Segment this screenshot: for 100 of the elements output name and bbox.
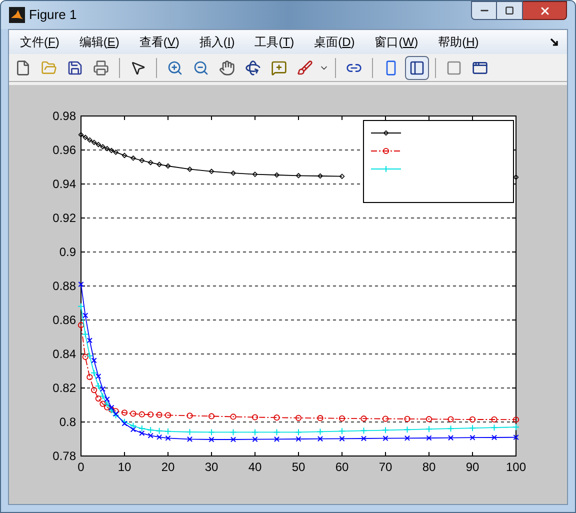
data-point bbox=[130, 155, 136, 161]
menu-item[interactable]: 编辑(E) bbox=[72, 33, 126, 51]
data-point bbox=[295, 414, 302, 421]
app-logo-icon bbox=[9, 7, 25, 23]
data-point bbox=[252, 414, 258, 420]
menu-item[interactable]: 文件(F) bbox=[13, 33, 66, 51]
y-tick-label: 0.84 bbox=[52, 347, 76, 361]
brush-icon bbox=[297, 60, 313, 76]
data-point bbox=[78, 322, 84, 328]
arrow-pointer-icon bbox=[130, 60, 146, 76]
data-point bbox=[382, 426, 389, 434]
window-icon bbox=[472, 60, 488, 76]
x-tick-label: 100 bbox=[506, 460, 526, 474]
data-point bbox=[164, 412, 172, 418]
data-point bbox=[404, 435, 410, 441]
data-point bbox=[122, 152, 128, 158]
data-point bbox=[186, 412, 193, 419]
data-point bbox=[513, 174, 519, 180]
close-icon bbox=[538, 4, 550, 16]
data-point bbox=[165, 163, 171, 169]
data-point bbox=[426, 416, 432, 422]
toolbar-button[interactable] bbox=[405, 56, 429, 80]
data-point bbox=[469, 416, 476, 422]
document-icon bbox=[15, 60, 31, 76]
data-point bbox=[447, 425, 454, 432]
y-tick-label: 0.94 bbox=[52, 177, 76, 191]
data-point bbox=[274, 414, 280, 421]
y-tick-label: 0.98 bbox=[52, 109, 76, 123]
menu-item[interactable]: 工具(T) bbox=[248, 33, 302, 51]
x-tick-label: 90 bbox=[466, 460, 480, 474]
x-tick-label: 80 bbox=[422, 460, 436, 474]
data-point bbox=[296, 172, 302, 178]
x-tick-label: 10 bbox=[118, 460, 132, 474]
data-point bbox=[491, 416, 498, 422]
data-cursor-icon bbox=[271, 60, 287, 76]
data-point bbox=[274, 172, 280, 178]
data-point bbox=[121, 410, 128, 416]
maximize-button[interactable] bbox=[497, 1, 523, 20]
data-point bbox=[252, 172, 258, 178]
y-tick-label: 0.86 bbox=[52, 313, 76, 327]
x-tick-label: 40 bbox=[248, 460, 262, 474]
data-point bbox=[491, 434, 498, 440]
legend-icon bbox=[409, 60, 425, 76]
maximize-icon bbox=[505, 6, 514, 15]
x-tick-label: 20 bbox=[161, 460, 175, 474]
data-point bbox=[490, 424, 498, 432]
data-point bbox=[317, 415, 324, 422]
x-tick-label: 0 bbox=[78, 460, 84, 474]
data-point bbox=[148, 160, 154, 166]
data-point bbox=[339, 174, 345, 180]
menu-item[interactable]: 桌面(D) bbox=[307, 33, 362, 51]
data-point bbox=[156, 162, 162, 168]
data-point bbox=[360, 416, 367, 422]
dock-arrow-icon[interactable] bbox=[550, 38, 559, 46]
x-tick-label: 30 bbox=[204, 460, 218, 474]
menu-item[interactable]: 帮助(H) bbox=[431, 33, 486, 51]
data-point bbox=[426, 435, 432, 441]
y-tick-label: 0.82 bbox=[52, 381, 76, 395]
data-point bbox=[130, 410, 136, 417]
data-point bbox=[404, 416, 410, 422]
zoom-in-icon bbox=[167, 60, 183, 76]
x-tick-label: 70 bbox=[378, 460, 392, 474]
data-point bbox=[148, 411, 154, 418]
data-point bbox=[404, 426, 411, 434]
y-tick-label: 0.8 bbox=[59, 415, 76, 429]
menu-item[interactable]: 插入(I) bbox=[192, 33, 242, 51]
close-button[interactable] bbox=[523, 1, 567, 20]
data-point bbox=[470, 434, 476, 440]
menu-item[interactable]: 查看(V) bbox=[132, 33, 186, 51]
y-tick-label: 0.88 bbox=[52, 279, 76, 293]
data-point bbox=[469, 424, 476, 432]
data-point bbox=[78, 302, 84, 310]
minimize-button[interactable] bbox=[471, 1, 497, 20]
data-point bbox=[230, 414, 236, 420]
square-icon bbox=[446, 60, 462, 76]
x-tick-label: 60 bbox=[335, 460, 349, 474]
data-point bbox=[82, 312, 88, 318]
data-point bbox=[448, 416, 454, 422]
data-point bbox=[208, 413, 215, 420]
folder-icon bbox=[41, 60, 57, 76]
rotate-icon bbox=[245, 60, 261, 76]
data-point bbox=[138, 411, 145, 418]
data-point bbox=[156, 412, 162, 418]
data-point bbox=[426, 426, 432, 433]
data-point bbox=[448, 435, 454, 441]
data-point bbox=[186, 166, 193, 172]
data-point bbox=[208, 168, 214, 174]
y-tick-label: 0.78 bbox=[52, 449, 76, 463]
y-tick-label: 0.96 bbox=[52, 143, 76, 157]
data-point bbox=[78, 282, 84, 288]
data-point bbox=[317, 173, 324, 179]
hand-icon bbox=[219, 60, 235, 76]
data-point bbox=[230, 170, 236, 176]
printer-icon bbox=[93, 60, 109, 76]
menu-item[interactable]: 窗口(W) bbox=[368, 33, 426, 51]
data-point bbox=[139, 158, 145, 164]
x-tick-label: 50 bbox=[292, 460, 306, 474]
data-point bbox=[338, 415, 346, 422]
zoom-out-icon bbox=[193, 60, 209, 76]
data-point bbox=[382, 436, 388, 442]
